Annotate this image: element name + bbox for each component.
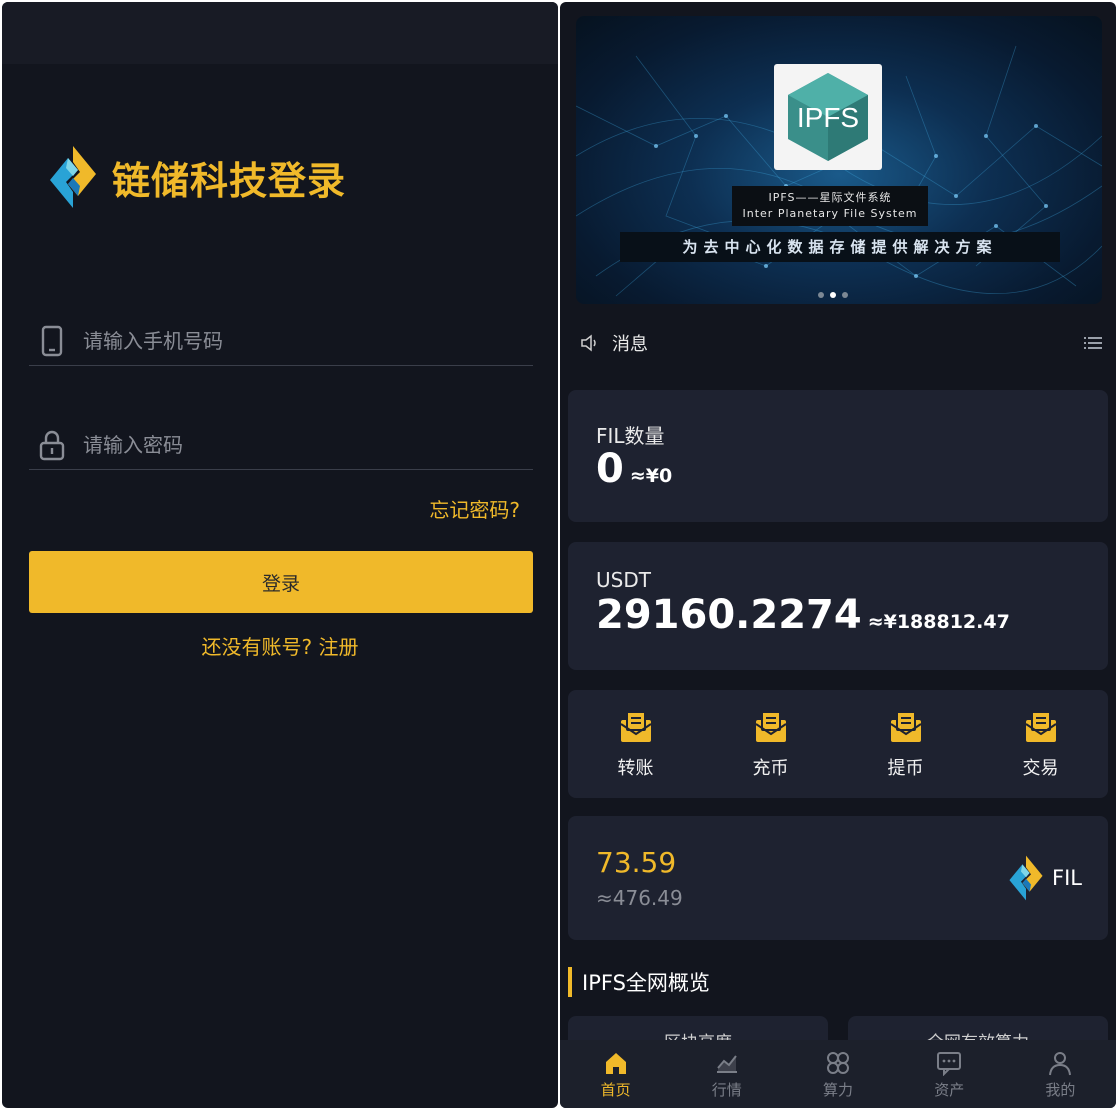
fil-coin-icon	[1009, 855, 1043, 901]
fil-balance-label: FIL数量	[596, 424, 665, 448]
trade-button[interactable]: 交易	[973, 690, 1108, 798]
hashrate-icon	[827, 1052, 849, 1074]
password-input[interactable]	[83, 424, 533, 465]
home-icon	[605, 1053, 626, 1074]
withdraw-icon	[889, 711, 922, 742]
login-screen: 链储科技登录 忘记密码? 登录 还没有账号? 注册	[2, 2, 558, 1108]
quick-actions: 转账 充币 提币 交易	[568, 690, 1108, 798]
list-icon[interactable]	[1084, 335, 1102, 351]
trade-icon	[1024, 711, 1057, 742]
carousel-indicator	[818, 292, 848, 298]
brand: 链储科技登录	[48, 144, 346, 210]
banner-slogan: 为去中心化数据存储提供解决方案	[620, 232, 1060, 262]
ipfs-banner[interactable]: IPFS IPFS——星际文件系统 Inter Planetary File S…	[576, 16, 1102, 304]
banner-subtitle: IPFS——星际文件系统 Inter Planetary File System	[732, 186, 928, 226]
notice-bar[interactable]: 消息	[580, 328, 1102, 358]
tab-label: 算力	[823, 1081, 854, 1099]
ipfs-logo: IPFS	[774, 64, 882, 170]
phone-field	[29, 316, 533, 366]
usdt-balance-card[interactable]: USDT 29160.2274 ≈¥188812.47	[568, 542, 1108, 670]
carousel-dot-active[interactable]	[830, 292, 836, 298]
assets-icon	[937, 1052, 962, 1076]
transfer-icon	[619, 711, 652, 742]
tab-label: 行情	[711, 1081, 742, 1099]
overview-section-header: IPFS全网概览	[568, 966, 710, 998]
withdraw-label: 提币	[887, 758, 924, 779]
banner-subtitle-en: Inter Planetary File System	[742, 207, 918, 220]
brand-logo-icon	[50, 146, 96, 208]
register-prompt: 还没有账号? 注册	[2, 631, 558, 660]
tab-profile[interactable]: 我的	[1005, 1040, 1116, 1108]
user-icon	[1049, 1052, 1072, 1076]
register-link[interactable]: 注册	[318, 635, 358, 659]
fil-cny-approx: ≈¥0	[629, 465, 673, 487]
phone-icon	[37, 324, 67, 358]
carousel-dot[interactable]	[842, 292, 848, 298]
transfer-button[interactable]: 转账	[568, 690, 703, 798]
transfer-label: 转账	[617, 758, 654, 779]
tab-assets[interactable]: 资产	[894, 1040, 1005, 1108]
deposit-button[interactable]: 充币	[703, 690, 838, 798]
usdt-amount: 29160.2274	[596, 592, 862, 638]
banner-subtitle-cn: IPFS——星际文件系统	[768, 191, 892, 204]
deposit-icon	[754, 711, 787, 742]
tab-hashrate[interactable]: 算力	[782, 1040, 893, 1108]
notice-label: 消息	[612, 334, 648, 355]
carousel-dot[interactable]	[818, 292, 824, 298]
fil-balance-card[interactable]: FIL数量 0 ≈¥0	[568, 390, 1108, 522]
usdt-balance-label: USDT	[596, 568, 651, 592]
fil-coin-label: FIL	[1052, 866, 1082, 890]
bottom-tab-bar: 首页 行情 算力 资产 我的	[560, 1040, 1116, 1108]
deposit-label: 充币	[752, 758, 789, 779]
fil-price-card[interactable]: 73.59 ≈476.49 FIL	[568, 816, 1108, 940]
login-button[interactable]: 登录	[29, 551, 533, 613]
forgot-password-link[interactable]: 忘记密码?	[429, 494, 520, 523]
withdraw-button[interactable]: 提币	[838, 690, 973, 798]
fil-amount: 0	[596, 446, 624, 492]
market-chart-icon	[716, 1055, 737, 1073]
tab-label: 资产	[934, 1081, 965, 1099]
fil-coin: FIL	[1008, 854, 1082, 902]
phone-input[interactable]	[83, 320, 533, 361]
login-title: 链储科技登录	[112, 158, 347, 203]
tab-label: 首页	[600, 1081, 631, 1099]
fil-price-approx: ≈476.49	[596, 886, 683, 910]
top-bar	[2, 2, 558, 64]
tab-market[interactable]: 行情	[671, 1040, 782, 1108]
lock-icon	[37, 428, 67, 462]
tab-label: 我的	[1045, 1081, 1076, 1099]
svg-text:IPFS: IPFS	[797, 102, 859, 133]
section-accent-bar	[568, 967, 572, 997]
trade-label: 交易	[1022, 758, 1059, 779]
home-screen: IPFS IPFS——星际文件系统 Inter Planetary File S…	[560, 2, 1116, 1108]
no-account-text: 还没有账号?	[201, 635, 319, 659]
fil-price-value: 73.59	[596, 846, 677, 879]
password-field	[29, 420, 533, 470]
fil-balance-value: 0 ≈¥0	[596, 446, 672, 492]
overview-title: IPFS全网概览	[582, 971, 710, 995]
usdt-balance-value: 29160.2274 ≈¥188812.47	[596, 592, 1010, 638]
ipfs-hexagon-icon: IPFS	[788, 73, 868, 161]
usdt-cny-approx: ≈¥188812.47	[867, 611, 1010, 633]
tab-home[interactable]: 首页	[560, 1040, 671, 1108]
speaker-icon	[581, 334, 596, 352]
